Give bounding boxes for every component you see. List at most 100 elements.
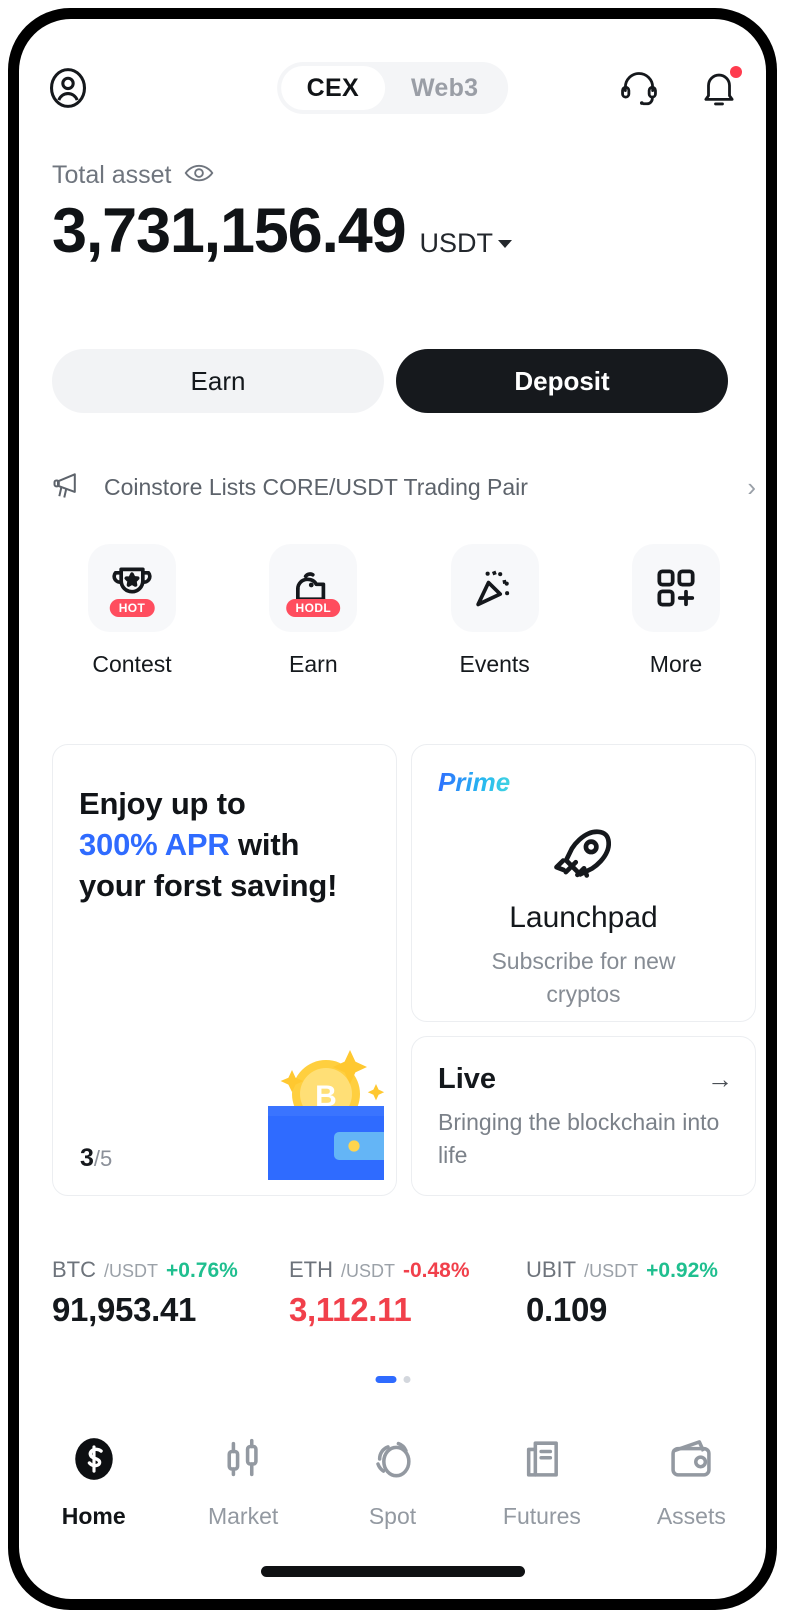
home-indicator [260, 1566, 525, 1577]
trophy-icon: HOT [88, 544, 176, 632]
rocket-icon [412, 821, 755, 887]
carousel-page-indicator: 3/5 [80, 1144, 112, 1173]
ticker-eth[interactable]: ETH/USDT -0.48% 3,112.11 [289, 1257, 526, 1329]
ticker-change: +0.76% [166, 1259, 238, 1282]
nav-label: Futures [502, 1503, 581, 1529]
quick-action-contest[interactable]: HOT Contest [52, 544, 212, 678]
carousel-dot[interactable] [403, 1376, 410, 1383]
promo-right-column: Prime Launchpad Subscribe for new crypto… [411, 744, 756, 1196]
megaphone-icon [52, 469, 88, 506]
nav-label: Spot [368, 1503, 417, 1529]
tab-web3[interactable]: Web3 [385, 66, 504, 110]
announcement-banner[interactable]: Coinstore Lists CORE/USDT Trading Pair › [52, 459, 756, 515]
ticker-quote: /USDT [584, 1261, 639, 1281]
quick-action-earn[interactable]: HODL Earn [233, 544, 393, 678]
quick-actions: HOT Contest HODL Earn Events More [52, 544, 756, 678]
promo-section: Enjoy up to 300% APR with your forst sav… [52, 744, 756, 1196]
nav-label: Assets [656, 1503, 726, 1529]
carousel-dot-active[interactable] [375, 1376, 396, 1383]
earn-button[interactable]: Earn [52, 349, 384, 413]
headset-icon[interactable] [618, 67, 660, 109]
wallet-icon [666, 1434, 716, 1489]
savings-promo-text: Enjoy up to 300% APR with your forst sav… [79, 783, 396, 907]
quick-action-events[interactable]: Events [415, 544, 575, 678]
ticker-price: 91,953.41 [52, 1291, 197, 1328]
wallet-bitcoin-icon: B [226, 1028, 392, 1185]
prime-tag: Prime [438, 767, 511, 797]
bottom-navigation: Home Market Spot Futures Assets [19, 1427, 766, 1537]
live-title: Live [438, 1063, 497, 1095]
currency-selector[interactable]: USDT [419, 228, 512, 259]
savings-line-1: Enjoy up to [79, 786, 246, 821]
nav-label: Home [61, 1503, 126, 1529]
deposit-button[interactable]: Deposit [396, 349, 728, 413]
ticker-header: UBIT/USDT +0.92% [526, 1257, 763, 1283]
launchpad-subtitle: Subscribe for new cryptos [491, 948, 676, 1008]
ticker-header: BTC/USDT +0.76% [52, 1257, 289, 1283]
coinstore-logo-icon [69, 1434, 119, 1489]
ticker-quote: /USDT [341, 1261, 395, 1281]
savings-line-3: your forst saving! [79, 868, 338, 904]
total-asset-label: Total asset [52, 161, 172, 189]
user-circle-icon[interactable] [45, 65, 91, 111]
nav-item-home[interactable]: Home [19, 1434, 168, 1530]
ticker-quote: /USDT [104, 1261, 158, 1281]
page-current: 3 [80, 1144, 94, 1172]
ticker-btc[interactable]: BTC/USDT +0.76% 91,953.41 [52, 1257, 289, 1329]
quick-action-label: Earn [289, 651, 338, 677]
chevron-right-icon[interactable]: › [747, 474, 756, 500]
ticker-base: ETH [289, 1257, 333, 1282]
nav-label: Market [207, 1503, 279, 1529]
quick-action-more[interactable]: More [596, 544, 756, 678]
candlestick-icon [218, 1434, 268, 1489]
hot-badge: HOT [109, 599, 155, 617]
arrow-right-icon[interactable]: → [707, 1064, 733, 1095]
nav-item-market[interactable]: Market [168, 1434, 317, 1530]
savings-promo-card[interactable]: Enjoy up to 300% APR with your forst sav… [52, 744, 397, 1196]
ticker-change: -0.48% [403, 1259, 470, 1282]
contract-doc-icon [517, 1434, 567, 1489]
swap-circles-icon [368, 1434, 418, 1489]
total-asset-amount: 3,731,156.49 [52, 196, 407, 266]
launchpad-title: Launchpad [509, 901, 658, 934]
nav-item-futures[interactable]: Futures [467, 1434, 616, 1530]
savings-line-2-rest: with [229, 827, 300, 863]
quick-action-label: Events [459, 651, 530, 677]
ticker-ubit[interactable]: UBIT/USDT +0.92% 0.109 [526, 1257, 763, 1329]
savings-line-2: 300% APR with [79, 824, 396, 865]
total-asset-block: Total asset 3,731,156.49 USDT [52, 161, 512, 264]
currency-label: USDT [419, 228, 493, 258]
total-asset-label-row: Total asset [52, 161, 512, 190]
ticker-base: BTC [52, 1257, 96, 1282]
bell-icon[interactable] [698, 66, 742, 109]
live-card[interactable]: Live → Bringing the blockchain into life [411, 1036, 756, 1196]
top-bar: CEX Web3 [19, 51, 766, 125]
ticker-price: 3,112.11 [289, 1291, 412, 1328]
piggy-savings-icon: HODL [269, 544, 358, 632]
primary-actions: Earn Deposit [52, 349, 728, 413]
grid-plus-icon [631, 544, 720, 632]
caret-down-icon [497, 240, 512, 248]
quick-action-label: More [649, 651, 703, 677]
confetti-icon [450, 544, 539, 632]
nav-item-spot[interactable]: Spot [318, 1434, 467, 1530]
phone-frame: CEX Web3 Total asset 3,731,156.49 USDT E… [8, 8, 777, 1610]
launchpad-card[interactable]: Prime Launchpad Subscribe for new crypto… [411, 744, 756, 1022]
ticker-change: +0.92% [646, 1259, 718, 1282]
nav-item-assets[interactable]: Assets [617, 1434, 766, 1530]
page-total: /5 [93, 1146, 113, 1171]
notification-dot [730, 66, 742, 78]
eye-icon[interactable] [184, 163, 214, 188]
tab-cex[interactable]: CEX [280, 66, 385, 110]
live-card-header: Live → [438, 1063, 733, 1096]
hodl-badge: HODL [286, 599, 341, 617]
ticker-base: UBIT [526, 1257, 577, 1282]
ticker-carousel-dots[interactable] [375, 1376, 410, 1383]
ticker-price: 0.109 [526, 1291, 608, 1328]
quick-action-label: Contest [92, 651, 172, 677]
apr-highlight: 300% APR [79, 827, 230, 863]
live-subtitle: Bringing the blockchain into life [438, 1109, 720, 1168]
total-asset-amount-row: 3,731,156.49 USDT [52, 198, 512, 264]
app-screen: CEX Web3 Total asset 3,731,156.49 USDT E… [19, 19, 766, 1599]
market-type-switch[interactable]: CEX Web3 [276, 62, 509, 114]
